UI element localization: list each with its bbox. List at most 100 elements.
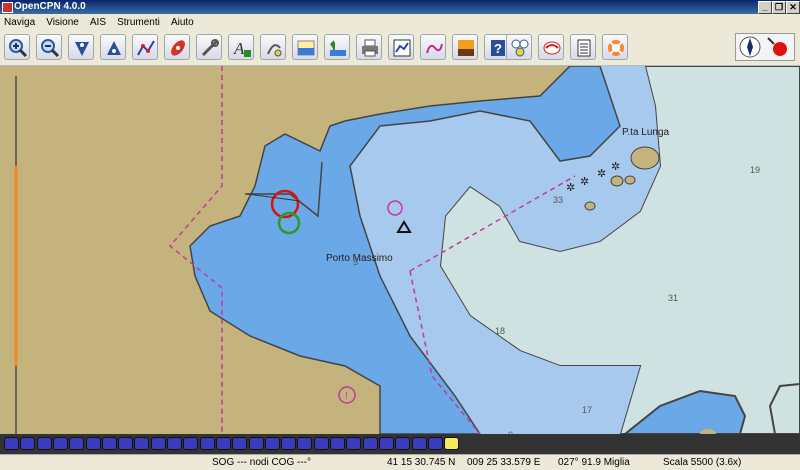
sounding: 19 bbox=[750, 165, 760, 175]
compass-icon bbox=[739, 36, 787, 58]
islet bbox=[624, 175, 636, 185]
place-label-porto-massimo: Porto Massimo bbox=[326, 253, 393, 264]
info-icon-glyph: ! bbox=[345, 391, 348, 402]
tide-icon bbox=[297, 40, 315, 56]
islet bbox=[610, 175, 624, 187]
current-icon bbox=[330, 40, 346, 56]
chart-piano-key[interactable] bbox=[183, 437, 199, 450]
ais-button[interactable]: A bbox=[228, 34, 254, 60]
sounding: 17 bbox=[582, 405, 592, 415]
chart-piano-key[interactable] bbox=[297, 437, 313, 450]
lifebuoy-button[interactable] bbox=[602, 34, 628, 60]
mob-button[interactable] bbox=[164, 34, 190, 60]
compass-widget[interactable] bbox=[735, 33, 795, 61]
color-scheme-button[interactable] bbox=[452, 34, 478, 60]
sounding: 33 bbox=[553, 195, 563, 205]
chart-piano-key[interactable] bbox=[85, 437, 101, 450]
place-label-punta-lunga: P.ta Lunga bbox=[622, 127, 670, 138]
chart-piano-key[interactable] bbox=[134, 437, 150, 450]
lifebuoy-icon bbox=[608, 40, 624, 56]
rock-symbol: ✲ bbox=[611, 161, 620, 173]
chart-piano-key[interactable] bbox=[411, 437, 427, 450]
print-icon bbox=[362, 39, 378, 57]
chart-piano-bar bbox=[0, 434, 800, 454]
bearing-distance-readout: 027° 91.9 Miglia bbox=[558, 457, 630, 468]
chart-piano-key[interactable] bbox=[150, 437, 166, 450]
toolbar: A ? bbox=[0, 31, 800, 66]
route-button[interactable] bbox=[132, 34, 158, 60]
scale-readout: Scala 5500 (3.6x) bbox=[663, 457, 742, 468]
zoom-in-icon bbox=[9, 39, 28, 58]
route-manager-button[interactable] bbox=[388, 34, 414, 60]
menu-naviga[interactable]: Naviga bbox=[0, 15, 39, 31]
chart-piano-key[interactable] bbox=[52, 437, 68, 450]
svg-text:A: A bbox=[233, 39, 245, 58]
close-button[interactable]: ✕ bbox=[786, 1, 800, 14]
help-icon: ? bbox=[491, 40, 505, 56]
menu-bar: Naviga Visione AIS Strumenti Aiuto bbox=[0, 14, 800, 30]
sounding: 31 bbox=[668, 293, 678, 303]
sounding: 5 bbox=[353, 257, 358, 267]
chart-piano-key[interactable] bbox=[444, 437, 460, 450]
sounding: 18 bbox=[495, 326, 505, 336]
plugin-dashboard-button[interactable] bbox=[506, 34, 532, 60]
text-icon bbox=[267, 44, 282, 57]
chart-piano-key[interactable] bbox=[248, 437, 264, 450]
chart-piano-key[interactable] bbox=[313, 437, 329, 450]
chart-piano-key[interactable] bbox=[101, 437, 117, 450]
plugin-grib-button[interactable] bbox=[538, 34, 564, 60]
rock-symbol: ✲ bbox=[580, 176, 589, 188]
chart-piano-key[interactable] bbox=[395, 437, 411, 450]
menu-visione[interactable]: Visione bbox=[42, 15, 83, 31]
minimize-button[interactable]: _ bbox=[758, 1, 772, 14]
chart-piano-key[interactable] bbox=[330, 437, 345, 450]
scale-in-icon bbox=[75, 42, 89, 56]
restore-button[interactable]: ❐ bbox=[772, 1, 786, 14]
chart-piano-key[interactable] bbox=[281, 437, 297, 450]
rock-symbol: ✲ bbox=[597, 168, 606, 180]
window-title: OpenCPN 4.0.0 bbox=[14, 1, 86, 12]
chart-piano-key[interactable] bbox=[20, 437, 36, 450]
scale-out-button[interactable] bbox=[100, 34, 126, 60]
track-button[interactable] bbox=[420, 34, 446, 60]
chart-piano-key[interactable] bbox=[346, 437, 362, 450]
chart-piano-key[interactable] bbox=[215, 437, 231, 450]
chart-piano-key[interactable] bbox=[118, 437, 134, 450]
longitude-readout: 009 25 33.579 E bbox=[467, 457, 541, 468]
islet bbox=[584, 201, 596, 211]
chart-canvas[interactable]: ✲ ✲ ✲ ✲ ! Porto Massimo P.ta Lunga 19 31… bbox=[0, 66, 800, 434]
plugin-grib-icon bbox=[543, 41, 561, 55]
current-button[interactable] bbox=[324, 34, 350, 60]
track-icon bbox=[426, 43, 443, 54]
print-button[interactable] bbox=[356, 34, 382, 60]
latitude-readout: 41 15 30.745 N bbox=[387, 457, 456, 468]
chart-piano-key[interactable] bbox=[4, 437, 19, 450]
zoom-out-button[interactable] bbox=[36, 34, 62, 60]
measure-button[interactable] bbox=[196, 34, 222, 60]
chart-piano-key[interactable] bbox=[69, 437, 85, 450]
plugin-dashboard-icon bbox=[511, 39, 529, 57]
chart-piano-key[interactable] bbox=[232, 437, 248, 450]
title-bar: OpenCPN 4.0.0 _ ❐ ✕ bbox=[0, 0, 800, 14]
chart-piano-key[interactable] bbox=[427, 437, 443, 450]
chart-piano-key[interactable] bbox=[167, 437, 182, 450]
menu-strumenti[interactable]: Strumenti bbox=[113, 15, 164, 31]
tide-button[interactable] bbox=[292, 34, 318, 60]
chart-piano-key[interactable] bbox=[362, 437, 378, 450]
sog-cog-readout: SOG --- nodi COG ---° bbox=[212, 457, 312, 468]
rock-symbol: ✲ bbox=[566, 182, 575, 194]
chart-piano-key[interactable] bbox=[36, 437, 52, 450]
svg-text:?: ? bbox=[494, 41, 502, 56]
text-button[interactable] bbox=[260, 34, 286, 60]
menu-aiuto[interactable]: Aiuto bbox=[167, 15, 198, 31]
chart-piano-key[interactable] bbox=[199, 437, 215, 450]
scale-out-icon bbox=[107, 41, 121, 55]
chart-piano-key[interactable] bbox=[378, 437, 394, 450]
scale-in-button[interactable] bbox=[68, 34, 94, 60]
ais-icon: A bbox=[233, 39, 251, 58]
chart-piano-key[interactable] bbox=[264, 437, 280, 450]
menu-ais[interactable]: AIS bbox=[86, 15, 110, 31]
zoom-in-button[interactable] bbox=[4, 34, 30, 60]
nautical-chart[interactable]: ✲ ✲ ✲ ✲ ! Porto Massimo P.ta Lunga 19 31… bbox=[0, 66, 800, 434]
log-button[interactable] bbox=[570, 34, 596, 60]
